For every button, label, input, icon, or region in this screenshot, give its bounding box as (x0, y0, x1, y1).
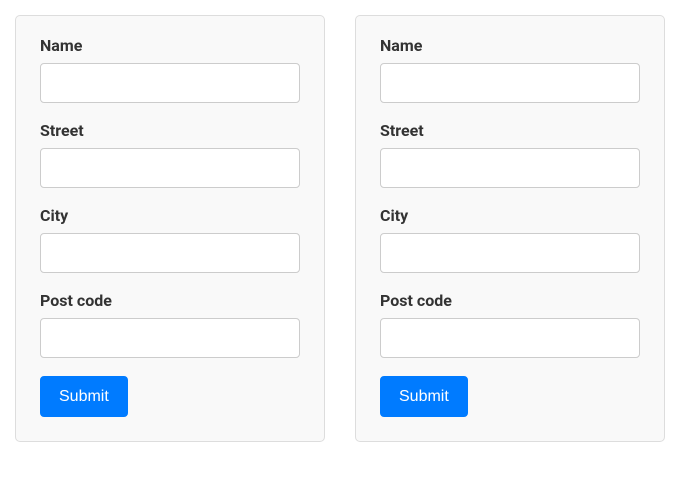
postcode-label: Post code (40, 291, 300, 310)
name-input[interactable] (40, 63, 300, 103)
city-label: City (380, 206, 640, 225)
forms-container: Name Street City Post code Submit Name S… (15, 15, 678, 442)
form-group-postcode: Post code (40, 291, 300, 358)
submit-button[interactable]: Submit (40, 376, 128, 417)
postcode-input[interactable] (40, 318, 300, 358)
city-input[interactable] (380, 233, 640, 273)
form-group-city: City (380, 206, 640, 273)
form-group-postcode: Post code (380, 291, 640, 358)
form-panel-right: Name Street City Post code Submit (355, 15, 665, 442)
form-group-street: Street (380, 121, 640, 188)
name-label: Name (380, 36, 640, 55)
form-group-city: City (40, 206, 300, 273)
city-input[interactable] (40, 233, 300, 273)
form-panel-left: Name Street City Post code Submit (15, 15, 325, 442)
postcode-label: Post code (380, 291, 640, 310)
name-input[interactable] (380, 63, 640, 103)
street-label: Street (380, 121, 640, 140)
form-group-name: Name (40, 36, 300, 103)
street-input[interactable] (380, 148, 640, 188)
submit-button[interactable]: Submit (380, 376, 468, 417)
postcode-input[interactable] (380, 318, 640, 358)
form-group-street: Street (40, 121, 300, 188)
street-input[interactable] (40, 148, 300, 188)
form-group-name: Name (380, 36, 640, 103)
name-label: Name (40, 36, 300, 55)
street-label: Street (40, 121, 300, 140)
city-label: City (40, 206, 300, 225)
